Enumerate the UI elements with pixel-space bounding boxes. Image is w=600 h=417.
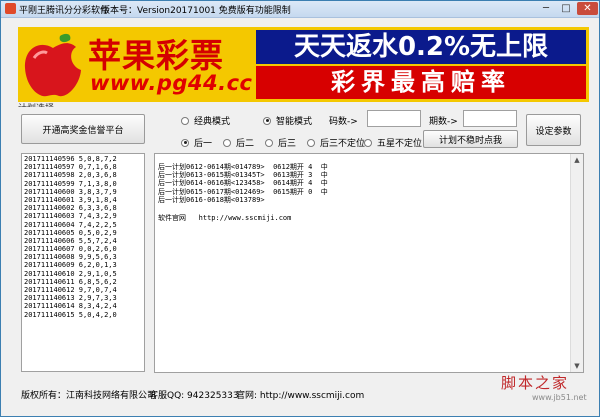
version-label: 版本号：Version20171001 免费版有功能限制 <box>101 6 291 16</box>
code-count-label: 码数-> <box>329 117 358 127</box>
position-radio-3[interactable]: 后三不定位 <box>307 136 365 149</box>
list-item[interactable]: 201711140615 5,0,4,2,0 <box>24 311 144 319</box>
window-title: 平刚王腾讯分分彩软件 <box>19 6 110 16</box>
promo-headline: 天天返水0.2%无上限 <box>256 30 586 64</box>
plan-output-textarea[interactable]: 后一计划0612-0614期<014789> 0612期开 4 中 后一计划06… <box>154 153 584 373</box>
radio-dot-icon <box>263 116 271 125</box>
radio-dot-icon <box>181 116 189 125</box>
list-item[interactable]: 201711140600 3,8,3,7,9 <box>24 188 144 196</box>
list-item[interactable]: 201711140611 6,8,5,6,2 <box>24 278 144 286</box>
section-label: 计划选择 <box>18 101 54 107</box>
official-site-text[interactable]: 官网: http://www.sscmiji.com <box>236 388 364 401</box>
maximize-button[interactable]: □ <box>557 2 575 15</box>
scroll-up-arrow-icon[interactable]: ▲ <box>571 154 583 166</box>
position-radio-0[interactable]: 后一 <box>181 136 212 149</box>
plan-output-lines: 后一计划0612-0614期<014789> 0612期开 4 中 后一计划06… <box>158 163 328 204</box>
close-button[interactable]: ✕ <box>577 2 598 15</box>
promo-subline: 彩界最高赔率 <box>256 66 586 99</box>
radio-dot-icon <box>364 138 372 147</box>
mode-classic-label: 经典模式 <box>194 117 231 127</box>
list-item[interactable]: 201711140598 2,0,3,6,8 <box>24 171 144 179</box>
list-item[interactable]: 201711140602 6,3,3,6,8 <box>24 204 144 212</box>
position-label: 后三 <box>278 139 297 149</box>
watermark-logo: 脚本之家 <box>501 374 570 392</box>
list-item[interactable]: 201711140606 5,5,7,2,4 <box>24 237 144 245</box>
history-list[interactable]: 201711140596 5,0,8,7,2 201711140597 0,7,… <box>21 153 145 372</box>
period-count-label: 期数-> <box>429 117 458 127</box>
plan-line: 后一计划0616-0618期<013789> <box>158 195 265 204</box>
plan-unstable-button[interactable]: 计划不稳时点我 <box>423 130 518 148</box>
plan-line: 后一计划0615-0617期<012469> 0615期开 0 中 <box>158 187 328 196</box>
mode-smart-radio[interactable]: 智能模式 <box>263 114 312 127</box>
app-icon <box>5 3 16 14</box>
position-radio-4[interactable]: 五星不定位 <box>364 136 422 149</box>
radio-dot-icon <box>223 138 231 147</box>
list-item[interactable]: 201711140612 9,7,0,7,4 <box>24 286 144 294</box>
list-item[interactable]: 201711140610 2,9,1,0,5 <box>24 270 144 278</box>
support-qq-text: 客服QQ: 942325333 <box>149 391 239 401</box>
brand-url: www.pg44.cc <box>90 71 253 95</box>
watermark-url: www.jb51.net <box>532 393 587 402</box>
list-item[interactable]: 201711140609 6,2,0,1,3 <box>24 261 144 269</box>
settings-button[interactable]: 设定参数 <box>526 114 581 146</box>
vertical-scrollbar[interactable]: ▲ ▼ <box>570 154 583 372</box>
title-bar: 平刚王腾讯分分彩软件 版本号：Version20171001 免费版有功能限制 … <box>1 1 599 18</box>
brand-name: 苹果彩票 <box>88 36 224 75</box>
app-window: 平刚王腾讯分分彩软件 版本号：Version20171001 免费版有功能限制 … <box>0 0 600 417</box>
position-radio-2[interactable]: 后三 <box>265 136 296 149</box>
position-radio-1[interactable]: 后二 <box>223 136 254 149</box>
list-item[interactable]: 201711140614 8,3,4,2,4 <box>24 302 144 310</box>
copyright-text: 版权所有：江南科技网络有限公司 <box>21 391 157 401</box>
apple-logo-icon <box>24 33 81 97</box>
code-count-input[interactable] <box>367 110 421 127</box>
open-platform-button[interactable]: 开通高奖金信誉平台 <box>21 114 145 144</box>
plan-line: 后一计划0614-0616期<123458> 0614期开 4 中 <box>158 179 328 188</box>
list-item[interactable]: 201711140613 2,9,7,3,3 <box>24 294 144 302</box>
position-label: 后一 <box>194 139 213 149</box>
radio-dot-icon <box>181 138 189 147</box>
list-item[interactable]: 201711140596 5,0,8,7,2 <box>24 155 144 163</box>
mode-classic-radio[interactable]: 经典模式 <box>181 114 230 127</box>
list-item[interactable]: 201711140601 3,9,1,8,4 <box>24 196 144 204</box>
list-item[interactable]: 201711140599 7,1,3,8,0 <box>24 180 144 188</box>
plan-line: 后一计划0612-0614期<014789> 0612期开 4 中 <box>158 163 328 171</box>
list-item[interactable]: 201711140608 9,9,5,6,3 <box>24 253 144 261</box>
list-item[interactable]: 201711140597 0,7,1,6,8 <box>24 163 144 171</box>
position-label: 后三不定位 <box>320 139 366 149</box>
list-item[interactable]: 201711140604 7,4,2,2,5 <box>24 221 144 229</box>
mode-smart-label: 智能模式 <box>276 117 313 127</box>
list-item[interactable]: 201711140603 7,4,3,2,9 <box>24 212 144 220</box>
list-item[interactable]: 201711140605 0,5,0,2,9 <box>24 229 144 237</box>
radio-dot-icon <box>265 138 273 147</box>
list-item[interactable]: 201711140607 0,0,2,6,0 <box>24 245 144 253</box>
period-count-input[interactable] <box>463 110 517 127</box>
position-label: 五星不定位 <box>377 139 423 149</box>
minimize-button[interactable]: ─ <box>537 2 555 15</box>
radio-dot-icon <box>307 138 315 147</box>
position-label: 后二 <box>236 139 255 149</box>
software-site-line: 软件官网 http://www.sscmiji.com <box>158 214 292 222</box>
ad-banner[interactable]: 苹果彩票 www.pg44.cc 天天返水0.2%无上限 彩界最高赔率 <box>18 27 589 102</box>
scroll-down-arrow-icon[interactable]: ▼ <box>571 360 583 372</box>
